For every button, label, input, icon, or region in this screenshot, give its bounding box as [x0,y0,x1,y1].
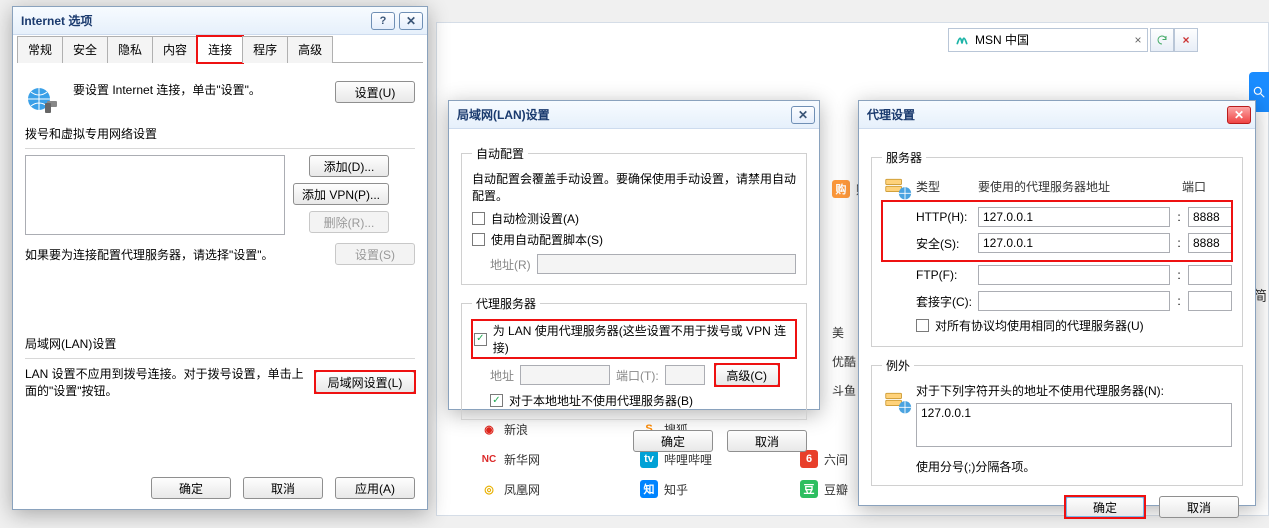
titlebar: 代理设置 ✕ [859,101,1255,129]
title-text: Internet 选项 [21,12,92,29]
server-icon [884,174,912,202]
secure-label: 安全(S): [916,235,972,252]
dial-connections-list[interactable] [25,155,285,235]
bypass-local-checkbox[interactable]: 对于本地地址不使用代理服务器(B) [490,392,796,409]
site-link[interactable]: 豆豆瓣 [800,480,848,498]
dial-settings-button: 设置(S) [335,243,415,265]
advanced-button[interactable]: 高级(C) [715,364,779,386]
proxy-port-input [665,365,705,385]
proxy-settings-dialog: 代理设置 ✕ 服务器 类型 要使用的代理服务器地址 端口 HTTP(H): : [858,100,1256,506]
address-bar[interactable]: MSN 中国 × [948,28,1148,52]
ok-button[interactable]: 确定 [151,477,231,499]
internet-options-dialog: Internet 选项 ? ✕ 常规 安全 隐私 内容 连接 程序 高级 要设置… [12,6,428,510]
add-vpn-button[interactable]: 添加 VPN(P)... [293,183,389,205]
except-hint: 使用分号(;)分隔各项。 [916,458,1232,475]
except-label: 对于下列字符开头的地址不使用代理服务器(N): [916,382,1232,399]
socks-label: 套接字(C): [916,293,972,310]
socks-port-input[interactable] [1188,291,1232,311]
site-link[interactable]: 美 [832,324,856,341]
proxy-addr-label: 地址 [490,367,514,384]
stop-button[interactable]: × [1174,28,1198,52]
tab-programs[interactable]: 程序 [242,36,288,63]
lan-settings-button[interactable]: 局域网设置(L) [315,371,415,393]
proxy-addr-input [520,365,610,385]
address-bar-text: MSN 中国 [975,29,1129,51]
tabs: 常规 安全 隐私 内容 连接 程序 高级 [17,35,423,63]
auto-detect-checkbox[interactable]: 自动检测设置(A) [472,210,796,227]
dial-group-label: 拨号和虚拟专用网络设置 [25,125,415,142]
servers-group: 服务器 类型 要使用的代理服务器地址 端口 HTTP(H): : 安全(S): [871,149,1243,347]
tab-privacy[interactable]: 隐私 [107,36,153,63]
proxy-hint: 如果要为连接配置代理服务器，请选择"设置"。 [25,246,327,263]
globe-icon [25,81,61,117]
msn-favicon [953,31,971,49]
apply-button[interactable]: 应用(A) [335,477,415,499]
address-nav: × [1150,28,1198,52]
ftp-label: FTP(F): [916,268,972,282]
use-proxy-checkbox[interactable]: 为 LAN 使用代理服务器(这些设置不用于拨号或 VPN 连接) [472,320,796,358]
auto-config-group: 自动配置 自动配置会覆盖手动设置。要确保使用手动设置，请禁用自动配置。 自动检测… [461,145,807,285]
ok-button[interactable]: 确定 [633,430,713,452]
refresh-button[interactable] [1150,28,1174,52]
title-text: 局域网(LAN)设置 [457,106,550,123]
cancel-button[interactable]: 取消 [727,430,807,452]
group-label: 例外 [882,357,914,374]
tab-general[interactable]: 常规 [17,36,63,63]
group-label: 自动配置 [472,145,528,162]
proxy-server-group: 代理服务器 为 LAN 使用代理服务器(这些设置不用于拨号或 VPN 连接) 地… [461,295,807,420]
secure-port-input[interactable] [1188,233,1232,253]
cancel-button[interactable]: 取消 [243,477,323,499]
site-link[interactable]: 优酷 [832,353,856,370]
address-clear-icon[interactable]: × [1129,33,1147,47]
same-for-all-checkbox[interactable]: 对所有协议均使用相同的代理服务器(U) [916,317,1232,334]
script-addr-input [537,254,796,274]
lan-settings-dialog: 局域网(LAN)设置 ✕ 自动配置 自动配置会覆盖手动设置。要确保使用手动设置，… [448,100,820,410]
group-label: 服务器 [882,149,926,166]
lan-group-label: 局域网(LAN)设置 [25,335,415,352]
col-port: 端口 [1182,178,1232,195]
close-icon[interactable]: ✕ [1227,106,1251,124]
title-text: 代理设置 [867,106,915,123]
titlebar: Internet 选项 ? ✕ [13,7,427,35]
site-link[interactable]: 知知乎 [640,480,712,498]
tab-advanced[interactable]: 高级 [287,36,333,63]
exceptions-group: 例外 对于下列字符开头的地址不使用代理服务器(N): 127.0.0.1 使用分… [871,357,1243,486]
script-addr-label: 地址(R) [490,256,531,273]
remove-dial-button: 删除(R)... [309,211,389,233]
tab-content[interactable]: 内容 [152,36,198,63]
tab-connections[interactable]: 连接 [197,36,243,63]
setup-hint: 要设置 Internet 连接，单击"设置"。 [73,81,329,98]
close-icon[interactable]: ✕ [399,12,423,30]
ftp-port-input[interactable] [1188,265,1232,285]
site-link[interactable]: 斗鱼 [832,382,856,399]
except-textarea[interactable]: 127.0.0.1 [916,403,1232,447]
help-button[interactable]: ? [371,12,395,30]
server-icon [884,388,912,416]
add-dial-button[interactable]: 添加(D)... [309,155,389,177]
auto-hint: 自动配置会覆盖手动设置。要确保使用手动设置，请禁用自动配置。 [472,170,796,204]
http-label: HTTP(H): [916,210,972,224]
ok-button[interactable]: 确定 [1065,496,1145,518]
socks-host-input[interactable] [978,291,1170,311]
site-column-1b: 美 优酷 斗鱼 [832,324,856,399]
site-link[interactable]: ◎凤凰网 [480,480,540,498]
http-host-input[interactable] [978,207,1170,227]
cancel-button[interactable]: 取消 [1159,496,1239,518]
auto-script-checkbox[interactable]: 使用自动配置脚本(S) [472,231,796,248]
group-label: 代理服务器 [472,295,540,312]
col-host: 要使用的代理服务器地址 [978,178,1176,195]
titlebar: 局域网(LAN)设置 ✕ [449,101,819,129]
setup-button[interactable]: 设置(U) [335,81,415,103]
lan-hint: LAN 设置不应用到拨号连接。对于拨号设置，单击上面的"设置"按钮。 [25,365,307,399]
http-port-input[interactable] [1188,207,1232,227]
tab-security[interactable]: 安全 [62,36,108,63]
close-icon[interactable]: ✕ [791,106,815,124]
secure-host-input[interactable] [978,233,1170,253]
ftp-host-input[interactable] [978,265,1170,285]
col-type: 类型 [916,178,972,195]
proxy-port-label: 端口(T): [616,367,659,384]
